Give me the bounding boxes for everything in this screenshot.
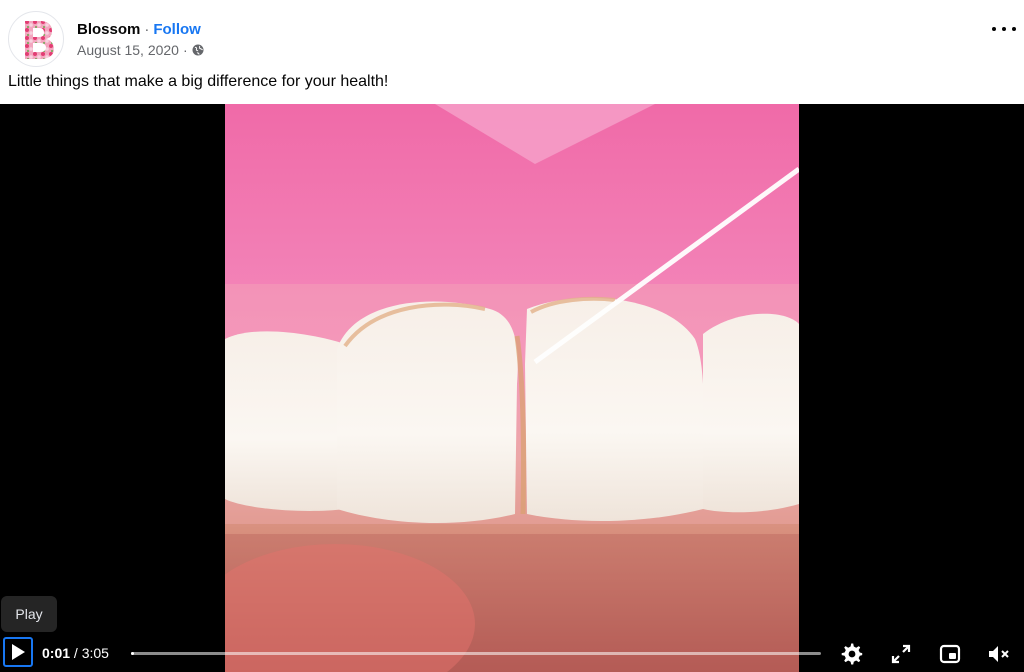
post-caption: Little things that make a big difference… <box>8 73 389 90</box>
author-name[interactable]: Blossom <box>77 21 140 38</box>
more-options-icon[interactable] <box>992 21 1016 37</box>
author-row: Blossom · Follow <box>77 21 201 38</box>
time-display: 0:01 / 3:05 <box>42 645 109 661</box>
avatar[interactable] <box>8 11 64 67</box>
picture-in-picture-icon[interactable] <box>936 640 964 668</box>
progress-fill <box>131 652 135 655</box>
current-time: 0:01 <box>42 645 71 661</box>
separator-dot: · <box>144 21 150 38</box>
play-icon <box>10 643 26 661</box>
play-tooltip: Play <box>1 596 57 632</box>
progress-bar[interactable] <box>131 652 821 655</box>
follow-button[interactable]: Follow <box>153 21 201 38</box>
video-player[interactable]: Play 0:01 / 3:05 <box>0 104 1024 672</box>
duration: 3:05 <box>81 645 109 661</box>
gear-icon[interactable] <box>838 640 866 668</box>
meta-separator: · <box>182 42 188 58</box>
expand-icon[interactable] <box>887 640 915 668</box>
video-controls: 0:01 / 3:05 <box>0 636 1024 672</box>
post-header: Blossom · Follow August 15, 2020 · Little … <box>0 0 1024 104</box>
video-frame <box>225 104 799 672</box>
post-meta: August 15, 2020 · <box>77 42 204 58</box>
globe-icon <box>192 44 204 56</box>
time-separator: / <box>70 645 82 661</box>
muted-speaker-icon[interactable] <box>986 640 1014 668</box>
post-date[interactable]: August 15, 2020 <box>77 42 179 58</box>
play-button[interactable] <box>3 637 33 667</box>
